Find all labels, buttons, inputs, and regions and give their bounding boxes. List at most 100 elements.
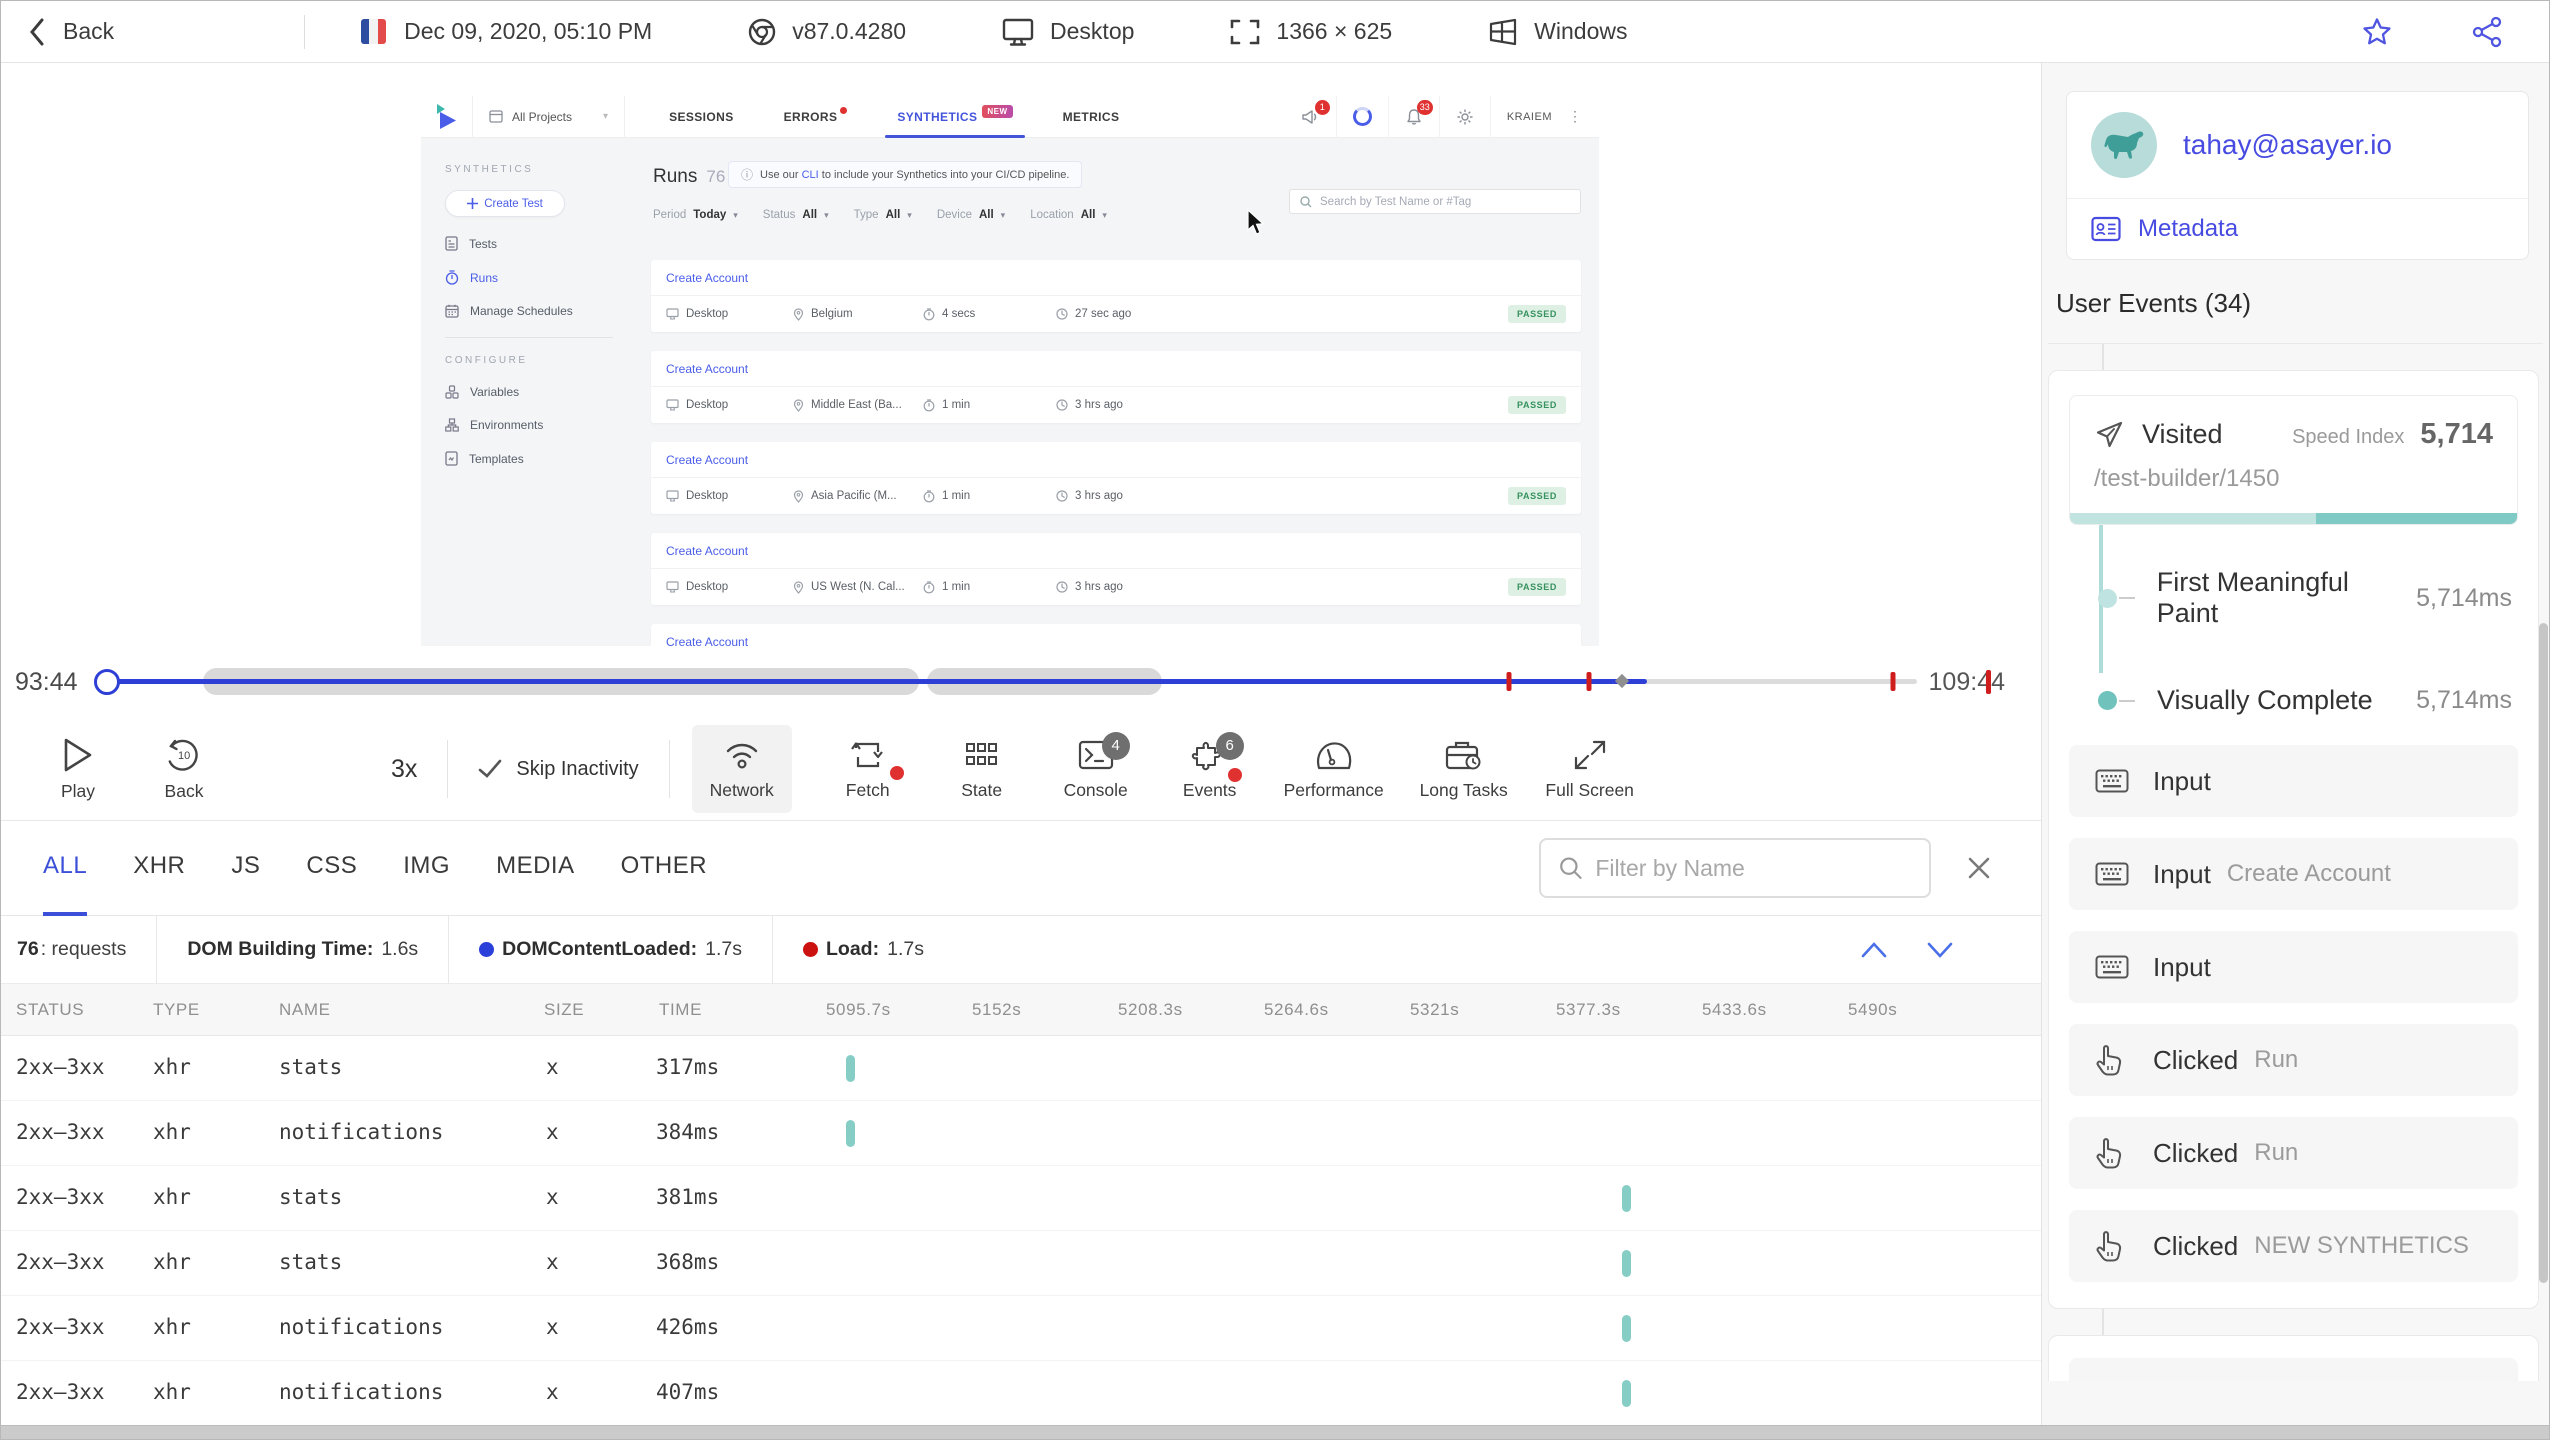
user-event-item[interactable]: Clicked NEW SYNTHETICS [2069, 1210, 2518, 1282]
request-row[interactable]: 2xx–3xx xhr stats x 317ms [1, 1036, 2041, 1101]
location-pin-icon [793, 489, 804, 503]
playhead[interactable] [94, 669, 120, 695]
event-target: Run [2254, 1046, 2299, 1073]
close-panel-button[interactable] [1965, 854, 1993, 882]
metadata-button[interactable]: Metadata [2067, 199, 2528, 259]
filter-device: Device All ▾ [936, 209, 1006, 221]
fetch-panel-button[interactable]: Fetch [818, 738, 918, 801]
state-panel-button[interactable]: State [932, 738, 1032, 801]
event-marker[interactable] [1890, 672, 1896, 691]
sidebar-scrollbar[interactable] [2539, 623, 2548, 1283]
chevron-down-icon: ▾ [603, 111, 609, 122]
request-time: 426ms [656, 1315, 720, 1339]
event-action: Clicked [2153, 1230, 2239, 1261]
request-name: stats [279, 1185, 343, 1209]
sidebar-item-environments: Environments [445, 418, 636, 432]
back-10-icon: 10 [168, 739, 198, 771]
horizontal-scrollbar[interactable] [1, 1425, 2549, 1439]
back-10s-button[interactable]: 10 Back [149, 737, 219, 802]
share-icon[interactable] [2471, 16, 2503, 48]
state-grid-icon [965, 742, 997, 765]
pointer-icon [2096, 1231, 2122, 1262]
fetch-alert-dot [889, 765, 904, 780]
location-pin-icon [793, 307, 804, 321]
svg-text:10: 10 [178, 750, 190, 762]
tab-img[interactable]: IMG [403, 821, 450, 916]
user-event-item[interactable]: Input Create Account [2069, 838, 2518, 910]
loading-indicator [1335, 96, 1388, 138]
cubes-icon [445, 385, 459, 399]
events-panel-button[interactable]: 6 Events [1160, 731, 1260, 801]
notification-count-badge: 33 [1416, 99, 1433, 115]
user-email-link[interactable]: tahay@asayer.io [2183, 129, 2392, 161]
kebab-menu-icon: ⋮ [1568, 108, 1583, 124]
run-duration: 1 min [942, 581, 971, 593]
check-icon [479, 759, 502, 778]
run-device: Desktop [686, 581, 729, 593]
session-date: Dec 09, 2020, 05:10 PM [404, 18, 653, 44]
request-row[interactable]: 2xx–3xx xhr stats x 368ms [1, 1231, 2041, 1296]
cli-link: CLI [801, 168, 819, 181]
user-event-item[interactable]: Input [2069, 745, 2518, 817]
request-size: x [546, 1250, 559, 1274]
event-marker [1985, 669, 1991, 694]
long-tasks-panel-button[interactable]: Long Tasks [1408, 738, 1520, 801]
user-event-item[interactable]: Input [2069, 931, 2518, 1003]
user-card: tahay@asayer.io Metadata [2066, 91, 2529, 260]
request-size: x [546, 1120, 559, 1144]
table-body: 2xx–3xx xhr stats x 317ms 2xx–3xx xhr no… [1, 1036, 2041, 1426]
name-filter-input[interactable] [1595, 854, 1911, 882]
console-panel-button[interactable]: 4 Console [1046, 731, 1146, 801]
network-requests-table: STATUS TYPE NAME SIZE TIME 5095.7s 5152s… [1, 984, 2041, 1426]
next-events-group-card [2048, 1335, 2539, 1382]
request-row[interactable]: 2xx–3xx xhr notifications x 407ms [1, 1361, 2041, 1426]
tab-css[interactable]: CSS [306, 821, 357, 916]
replayed-app-tabs: SESSIONS ERRORS SYNTHETICS NEW METRICS [669, 96, 1119, 138]
event-marker[interactable] [1586, 672, 1592, 691]
request-name: notifications [279, 1315, 444, 1339]
request-row[interactable]: 2xx–3xx xhr notifications x 426ms [1, 1296, 2041, 1361]
favorite-star-icon[interactable] [2361, 16, 2393, 48]
timeline-track[interactable] [94, 646, 1917, 718]
request-row[interactable]: 2xx–3xx xhr notifications x 384ms [1, 1101, 2041, 1166]
projects-icon [489, 110, 503, 123]
user-event-item[interactable]: Clicked Run [2069, 1024, 2518, 1096]
paint-metrics: First Meaningful Paint 5,714ms Visually … [2069, 525, 2518, 724]
skip-inactivity-toggle[interactable]: Skip Inactivity [478, 758, 639, 781]
clock-icon [1056, 581, 1068, 593]
jump-previous-button[interactable] [1859, 939, 1889, 961]
tab-other[interactable]: OTHER [621, 821, 708, 916]
performance-panel-button[interactable]: Performance [1274, 738, 1394, 801]
run-card: Create Account Desktop Belgium 4 secs 27… [651, 260, 1581, 332]
network-panel-button[interactable]: Network [691, 725, 792, 813]
request-row[interactable]: 2xx–3xx xhr stats x 381ms [1, 1166, 2041, 1231]
back-button[interactable]: Back [27, 17, 114, 47]
device-type: Desktop [1050, 18, 1135, 44]
jump-next-button[interactable] [1925, 939, 1955, 961]
duration-icon [923, 580, 935, 593]
name-filter-field[interactable] [1539, 838, 1931, 898]
request-type: xhr [153, 1250, 191, 1274]
speed-toggle[interactable]: 3x [391, 755, 417, 784]
event-action: Input [2153, 858, 2211, 889]
create-test-button: Create Test [445, 190, 565, 217]
errors-alert-dot [840, 107, 848, 114]
tab-js[interactable]: JS [231, 821, 260, 916]
user-event-item[interactable]: Clicked Run [2069, 1117, 2518, 1189]
event-marker[interactable] [1506, 672, 1512, 691]
visited-event-card[interactable]: Visited Speed Index 5,714 /test-builder/… [2069, 395, 2518, 525]
gauge-icon [1316, 741, 1351, 769]
request-type: xhr [153, 1315, 191, 1339]
close-icon [1968, 857, 1990, 879]
player-controls: Play 10 Back 3x Skip Inactivity Network … [1, 718, 2041, 821]
request-status: 2xx–3xx [16, 1120, 105, 1144]
tab-xhr[interactable]: XHR [133, 821, 185, 916]
avatar [2091, 112, 2157, 178]
divider [668, 740, 670, 798]
tab-all[interactable]: ALL [43, 821, 88, 916]
status-badge: PASSED [1508, 487, 1566, 505]
tab-media[interactable]: MEDIA [496, 821, 575, 916]
play-button[interactable]: Play [43, 737, 113, 802]
clipboard-icon [445, 236, 458, 251]
fullscreen-button[interactable]: Full Screen [1534, 738, 1646, 801]
